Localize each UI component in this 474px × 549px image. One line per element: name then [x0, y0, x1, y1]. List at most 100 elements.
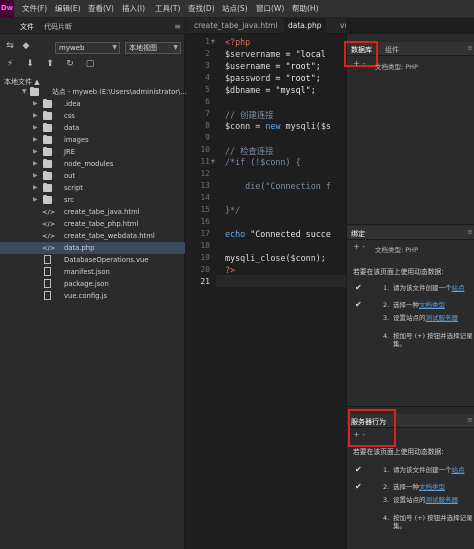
- file-icon: [44, 255, 51, 264]
- fold-toggle-icon[interactable]: ▼: [211, 39, 215, 45]
- add-remove-icons[interactable]: + -: [353, 59, 365, 68]
- menu-insert[interactable]: 插入(I): [122, 3, 145, 14]
- tree-file[interactable]: </> create_tabe_php.html: [0, 218, 185, 230]
- check-icon: ✔: [355, 300, 362, 309]
- folder-icon: [30, 87, 39, 96]
- refresh-icon[interactable]: ↻: [64, 58, 76, 70]
- code-line-2: $servername = "local: [225, 49, 326, 59]
- expand-arrow-icon[interactable]: ▶: [33, 98, 38, 110]
- server-step-text: 请为该文件创建一个站点: [393, 466, 473, 474]
- tree-item-label: manifest.json: [64, 268, 110, 276]
- tree-file[interactable]: manifest.json: [0, 266, 185, 278]
- tree-item-label: images: [64, 136, 89, 144]
- step-link[interactable]: 文档类型: [419, 483, 445, 491]
- tab-files[interactable]: 文件: [20, 22, 34, 32]
- server-step-number: 1.: [383, 466, 390, 474]
- expand-arrow-icon[interactable]: ▶: [33, 182, 38, 194]
- tab-vue-config[interactable]: vue.config.js: [336, 18, 346, 33]
- expand-arrow-icon[interactable]: ▶: [33, 134, 38, 146]
- expand-arrow-icon[interactable]: ▶: [33, 122, 38, 134]
- server-add-remove-icons[interactable]: + -: [353, 430, 365, 439]
- code-line-3: $username = "root";: [225, 61, 321, 71]
- expand-arrow-icon[interactable]: ▶: [33, 110, 38, 122]
- tab-bindings[interactable]: 绑定: [351, 229, 365, 239]
- step-link[interactable]: 站点: [452, 284, 465, 292]
- chevron-down-icon: ▼: [112, 44, 117, 51]
- site-options-icon[interactable]: ◆: [20, 40, 32, 52]
- tree-root[interactable]: ▼ 站点 - myweb (E:\Users\administrator\...: [0, 86, 187, 98]
- tree-file[interactable]: vue.config.js: [0, 290, 185, 302]
- tree-folder[interactable]: ▶ .idea: [0, 98, 185, 110]
- tree-file[interactable]: </> create_tabe_webdata.html: [0, 230, 185, 242]
- tree-folder[interactable]: ▶ out: [0, 170, 185, 182]
- tree-folder[interactable]: ▶ node_modules: [0, 158, 185, 170]
- tree-folder[interactable]: ▶ JRE: [0, 146, 185, 158]
- menu-find[interactable]: 查找(D): [188, 3, 215, 14]
- expand-arrow-icon[interactable]: ▶: [33, 146, 38, 158]
- tree-file[interactable]: DatabaseOperations.vue: [0, 254, 185, 266]
- folder-icon: [43, 99, 52, 108]
- step-label: 设置站点的: [393, 496, 426, 504]
- view-select[interactable]: 本地视图 ▼: [125, 42, 181, 54]
- step-link[interactable]: 文档类型: [419, 301, 445, 309]
- tree-folder[interactable]: ▶ images: [0, 134, 185, 146]
- expand-icon[interactable]: ▢: [84, 58, 96, 70]
- server-step-text: 选择一种文档类型: [393, 483, 473, 491]
- step-label: 请为该文件创建一个: [393, 284, 452, 292]
- highlight-box-server-behaviors: [348, 409, 396, 447]
- panel-menu-icon[interactable]: ≡: [174, 22, 181, 31]
- line-number: 15: [200, 205, 210, 214]
- menu-site[interactable]: 站点(S): [222, 3, 248, 14]
- file-icon: [44, 291, 51, 300]
- get-files-icon[interactable]: ⬇: [24, 58, 36, 70]
- panel-menu-icon[interactable]: ≡: [467, 416, 473, 424]
- tab-data-php[interactable]: data.php: [284, 18, 326, 33]
- panel-menu-icon[interactable]: ≡: [467, 228, 473, 236]
- folder-icon: [43, 195, 52, 204]
- tab-create-tabe-java[interactable]: create_tabe_java.html: [190, 18, 281, 33]
- bindings-step-text: 请为该文件创建一个站点: [393, 284, 473, 292]
- menu-tools[interactable]: 工具(T): [155, 3, 180, 14]
- expand-arrow-icon[interactable]: ▶: [33, 170, 38, 182]
- bindings-panel-header: 绑定 ≡: [347, 226, 474, 240]
- doc-type-label: 文档类型: PHP: [375, 63, 418, 71]
- fold-toggle-icon[interactable]: ▼: [211, 159, 215, 165]
- code-editor[interactable]: 1 ▼ 2 3 4 5 6 7 8 9 10 11 ▼ 12 13 14 15 16 17 18 19 20 21 <?ph…: [186, 35, 346, 549]
- bindings-step-text: 设置站点的测试服务器: [393, 314, 473, 322]
- tree-file[interactable]: </> create_tabe_java.html: [0, 206, 185, 218]
- step-link[interactable]: 测试服务器: [426, 314, 459, 322]
- menu-window[interactable]: 窗口(W): [256, 3, 284, 14]
- tree-item-label: src: [64, 196, 74, 204]
- line-number: 14: [200, 193, 210, 202]
- step-link[interactable]: 站点: [452, 466, 465, 474]
- tab-components[interactable]: 组件: [385, 45, 399, 55]
- menu-file[interactable]: 文件(F): [22, 3, 47, 14]
- put-files-icon[interactable]: ⬆: [44, 58, 56, 70]
- tree-folder[interactable]: ▶ script: [0, 182, 185, 194]
- sync-settings-icon[interactable]: ⇆: [4, 40, 16, 52]
- folder-icon: [43, 111, 52, 120]
- site-select[interactable]: myweb ▼: [55, 42, 120, 54]
- menu-edit[interactable]: 编辑(E): [55, 3, 81, 14]
- database-panel: 数据库 组件 ≡ + - 文档类型: PHP 绑定 ≡ + - 文档类型: PH…: [344, 34, 474, 549]
- tree-file[interactable]: package.json: [0, 278, 185, 290]
- tree-item-label: vue.config.js: [64, 292, 108, 300]
- tab-snippets[interactable]: 代码片断: [44, 22, 72, 32]
- connect-icon[interactable]: ⚡: [4, 58, 16, 70]
- tree-file[interactable]: </> data.php: [0, 242, 185, 254]
- files-panel: 文件 代码片断 ≡ ⇆ ◆ myweb ▼ 本地视图 ▼ ⚡ ⬇ ⬆ ↻ ▢ 本…: [0, 18, 187, 549]
- expand-arrow-icon[interactable]: ▶: [33, 194, 38, 206]
- expand-arrow-icon[interactable]: ▶: [33, 158, 38, 170]
- bindings-add-remove-icons[interactable]: + -: [353, 242, 365, 251]
- step-label: 按加号 (+) 按钮并选择记录集。: [393, 332, 473, 348]
- step-link[interactable]: 测试服务器: [426, 496, 459, 504]
- tree-folder[interactable]: ▶ src: [0, 194, 185, 206]
- menu-help[interactable]: 帮助(H): [292, 3, 319, 14]
- document-tabs: create_tabe_java.html data.php vue.confi…: [186, 18, 346, 34]
- menu-view[interactable]: 查看(V): [88, 3, 114, 14]
- expand-arrow-icon[interactable]: ▼: [22, 86, 27, 98]
- panel-menu-icon[interactable]: ≡: [467, 44, 473, 52]
- tree-folder[interactable]: ▶ data: [0, 122, 185, 134]
- tree-folder[interactable]: ▶ css: [0, 110, 185, 122]
- line-number: 3: [205, 61, 210, 70]
